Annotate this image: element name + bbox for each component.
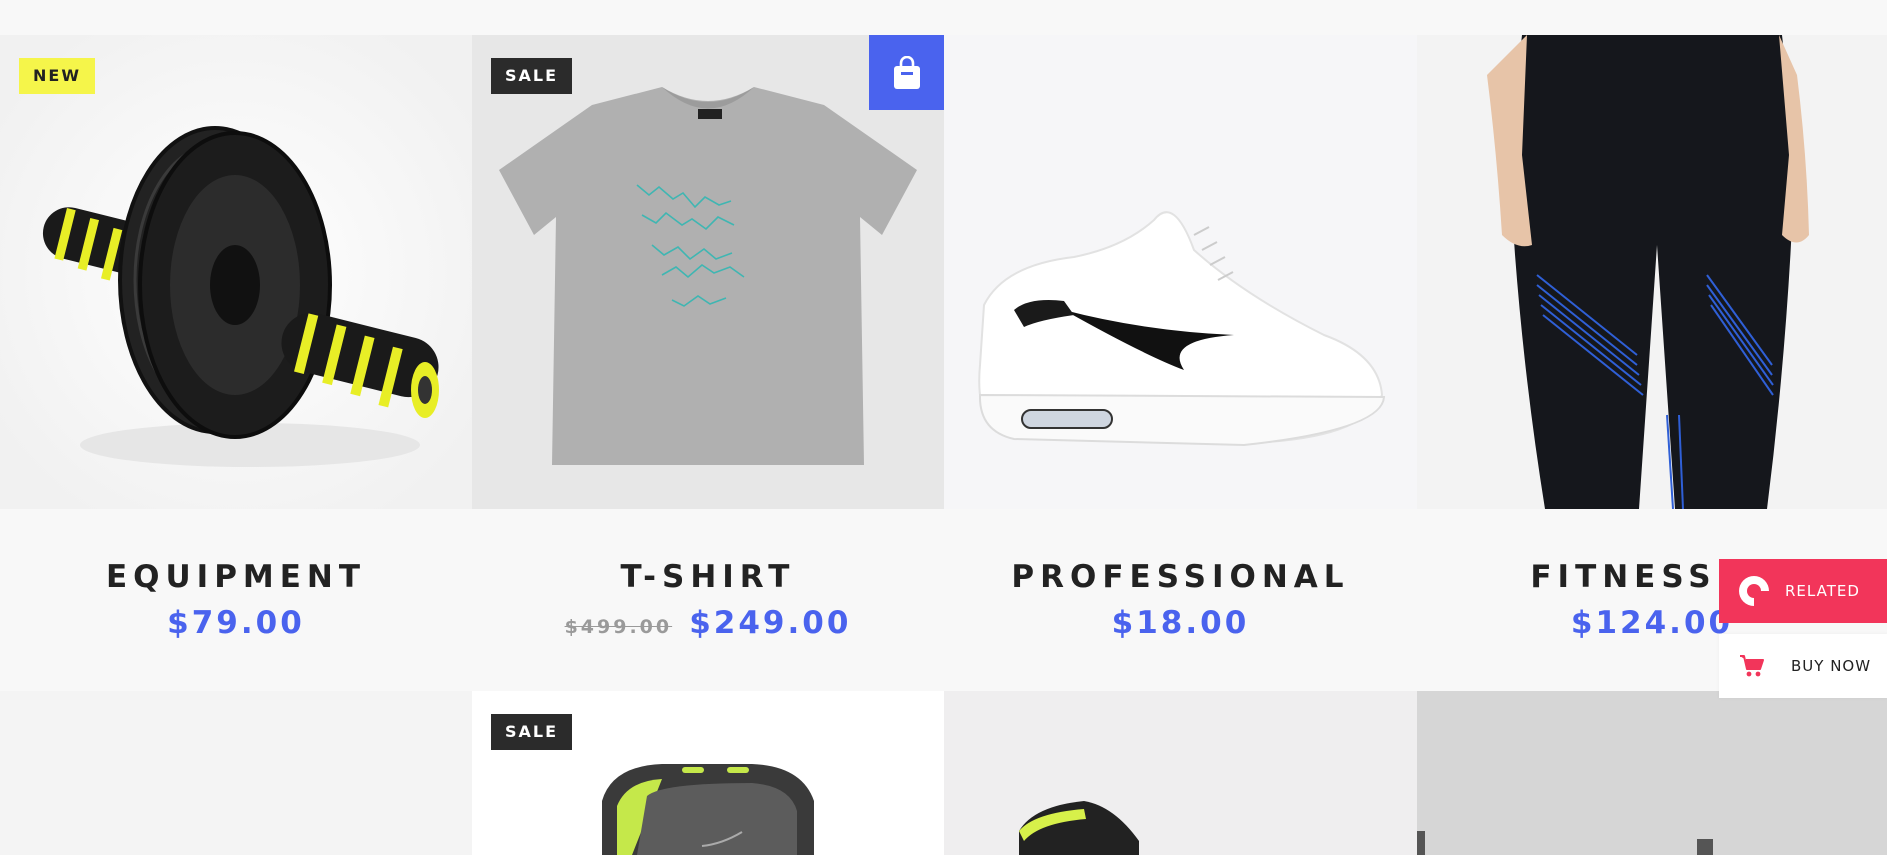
product-name[interactable]: EQUIPMENT [0, 509, 472, 595]
product-image-tshirt[interactable]: SALE [472, 35, 944, 509]
product-grid-page: NEW EQUIPMENT $79.00 SALE T-SHIRT $499.0… [0, 0, 1887, 855]
ab-roller-image [0, 35, 472, 509]
product-name[interactable]: T-SHIRT [472, 509, 944, 595]
product-info-professional: PROFESSIONAL $18.00 [944, 509, 1417, 691]
related-label: RELATED [1785, 582, 1860, 600]
sale-badge: SALE [491, 58, 573, 94]
add-to-cart-button[interactable] [869, 35, 944, 110]
product-info-equipment: EQUIPMENT $79.00 [0, 509, 472, 691]
gym-image [1417, 691, 1887, 855]
related-button[interactable]: RELATED [1719, 559, 1887, 623]
product-card-professional[interactable]: PROFESSIONAL $18.00 [944, 35, 1417, 691]
related-logo-icon [1739, 576, 1770, 607]
sale-badge: SALE [491, 714, 573, 750]
product-image-row2-4[interactable] [1417, 691, 1887, 855]
price-row: $79.00 [0, 605, 472, 641]
glove-image [1019, 801, 1139, 855]
buy-now-label: BUY NOW [1791, 657, 1872, 675]
product-name[interactable]: PROFESSIONAL [944, 509, 1417, 595]
old-price: $499.00 [564, 616, 673, 638]
price-row: $499.00 $249.00 [472, 605, 944, 641]
cart-icon [1740, 655, 1764, 677]
product-price: $79.00 [167, 605, 305, 641]
product-grid-row-2: SALE [0, 691, 1887, 855]
product-card-tshirt[interactable]: SALE T-SHIRT $499.00 $249.00 [472, 35, 944, 691]
price-row: $18.00 [944, 605, 1417, 641]
product-image-equipment[interactable]: NEW [0, 35, 472, 509]
leggings-image [1417, 35, 1887, 509]
sneaker-image [944, 35, 1417, 509]
product-grid: NEW EQUIPMENT $79.00 SALE T-SHIRT $499.0… [0, 35, 1887, 691]
product-image-fitness[interactable] [1417, 35, 1887, 509]
product-image-row2-3[interactable] [944, 691, 1417, 855]
product-price: $249.00 [689, 605, 852, 641]
product-price: $18.00 [1111, 605, 1250, 641]
product-card-equipment[interactable]: NEW EQUIPMENT $79.00 [0, 35, 472, 691]
product-price: $124.00 [1570, 605, 1734, 641]
product-info-tshirt: T-SHIRT $499.00 $249.00 [472, 509, 944, 691]
new-badge: NEW [19, 58, 95, 94]
shopping-bag-icon [893, 55, 920, 89]
product-image-professional[interactable] [944, 35, 1417, 509]
product-image-row2-1[interactable] [0, 691, 472, 855]
buy-now-button[interactable]: BUY NOW [1719, 634, 1887, 698]
product-image-row2-2[interactable]: SALE [472, 691, 944, 855]
